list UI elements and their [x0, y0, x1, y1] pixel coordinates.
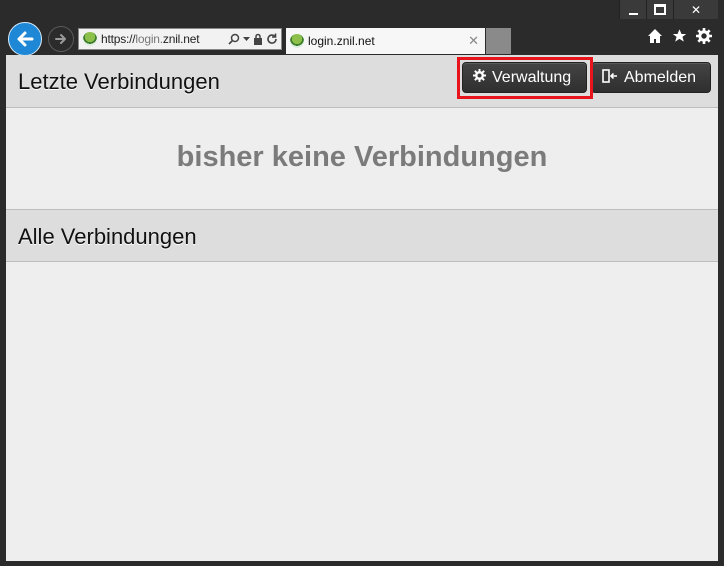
- browser-window: ✕ https://login.znil.net login.znil.net …: [0, 0, 724, 566]
- site-favicon-icon: [83, 32, 97, 46]
- forward-button[interactable]: [48, 26, 74, 52]
- tab-title: login.znil.net: [308, 34, 375, 48]
- refresh-icon[interactable]: [266, 33, 278, 45]
- minimize-button[interactable]: [619, 0, 646, 19]
- address-bar-icons: [228, 33, 278, 45]
- logout-icon: [602, 68, 618, 87]
- manage-button[interactable]: Verwaltung: [462, 62, 587, 93]
- lock-icon[interactable]: [253, 33, 263, 45]
- back-button[interactable]: [8, 22, 42, 56]
- search-icon[interactable]: [228, 33, 240, 45]
- all-connections-header: Alle Verbindungen: [6, 209, 718, 262]
- url-scheme: https://: [101, 32, 136, 46]
- minimize-icon: [628, 12, 638, 15]
- url-domain: znil.net: [162, 32, 200, 46]
- address-bar[interactable]: https://login.znil.net: [78, 28, 282, 50]
- logout-button-label: Abmelden: [624, 68, 697, 86]
- page-content: Letzte Verbindungen Verwaltung Abmelden …: [6, 55, 718, 561]
- window-caption-buttons: ✕: [619, 0, 718, 20]
- back-arrow-icon: [17, 31, 34, 47]
- forward-arrow-icon: [55, 34, 66, 44]
- manage-button-label: Verwaltung: [492, 68, 572, 86]
- recent-connections-header: Letzte Verbindungen Verwaltung Abmelden: [6, 55, 718, 108]
- new-tab-button[interactable]: [486, 28, 511, 54]
- browser-toolbar: https://login.znil.net login.znil.net ✕: [0, 20, 724, 56]
- star-icon[interactable]: [671, 28, 688, 44]
- gear-icon: [473, 69, 486, 86]
- dropdown-arrow-icon[interactable]: [243, 36, 250, 42]
- browser-right-icons: [647, 28, 712, 44]
- address-url[interactable]: https://login.znil.net: [101, 32, 200, 46]
- tab-favicon-icon: [290, 34, 304, 48]
- close-icon: ✕: [690, 2, 702, 17]
- close-window-button[interactable]: ✕: [673, 0, 718, 19]
- home-icon[interactable]: [647, 28, 663, 44]
- maximize-button[interactable]: [646, 0, 673, 19]
- tab-close-icon[interactable]: ✕: [468, 34, 479, 49]
- browser-tab[interactable]: login.znil.net ✕: [286, 28, 485, 54]
- empty-connections-message: bisher keine Verbindungen: [176, 141, 548, 173]
- url-subdomain: login.: [135, 32, 163, 46]
- all-connections-title: Alle Verbindungen: [18, 224, 197, 249]
- recent-connections-title: Letzte Verbindungen: [18, 69, 220, 94]
- gear-icon[interactable]: [696, 28, 712, 44]
- maximize-icon: [654, 4, 666, 15]
- logout-button[interactable]: Abmelden: [591, 62, 711, 93]
